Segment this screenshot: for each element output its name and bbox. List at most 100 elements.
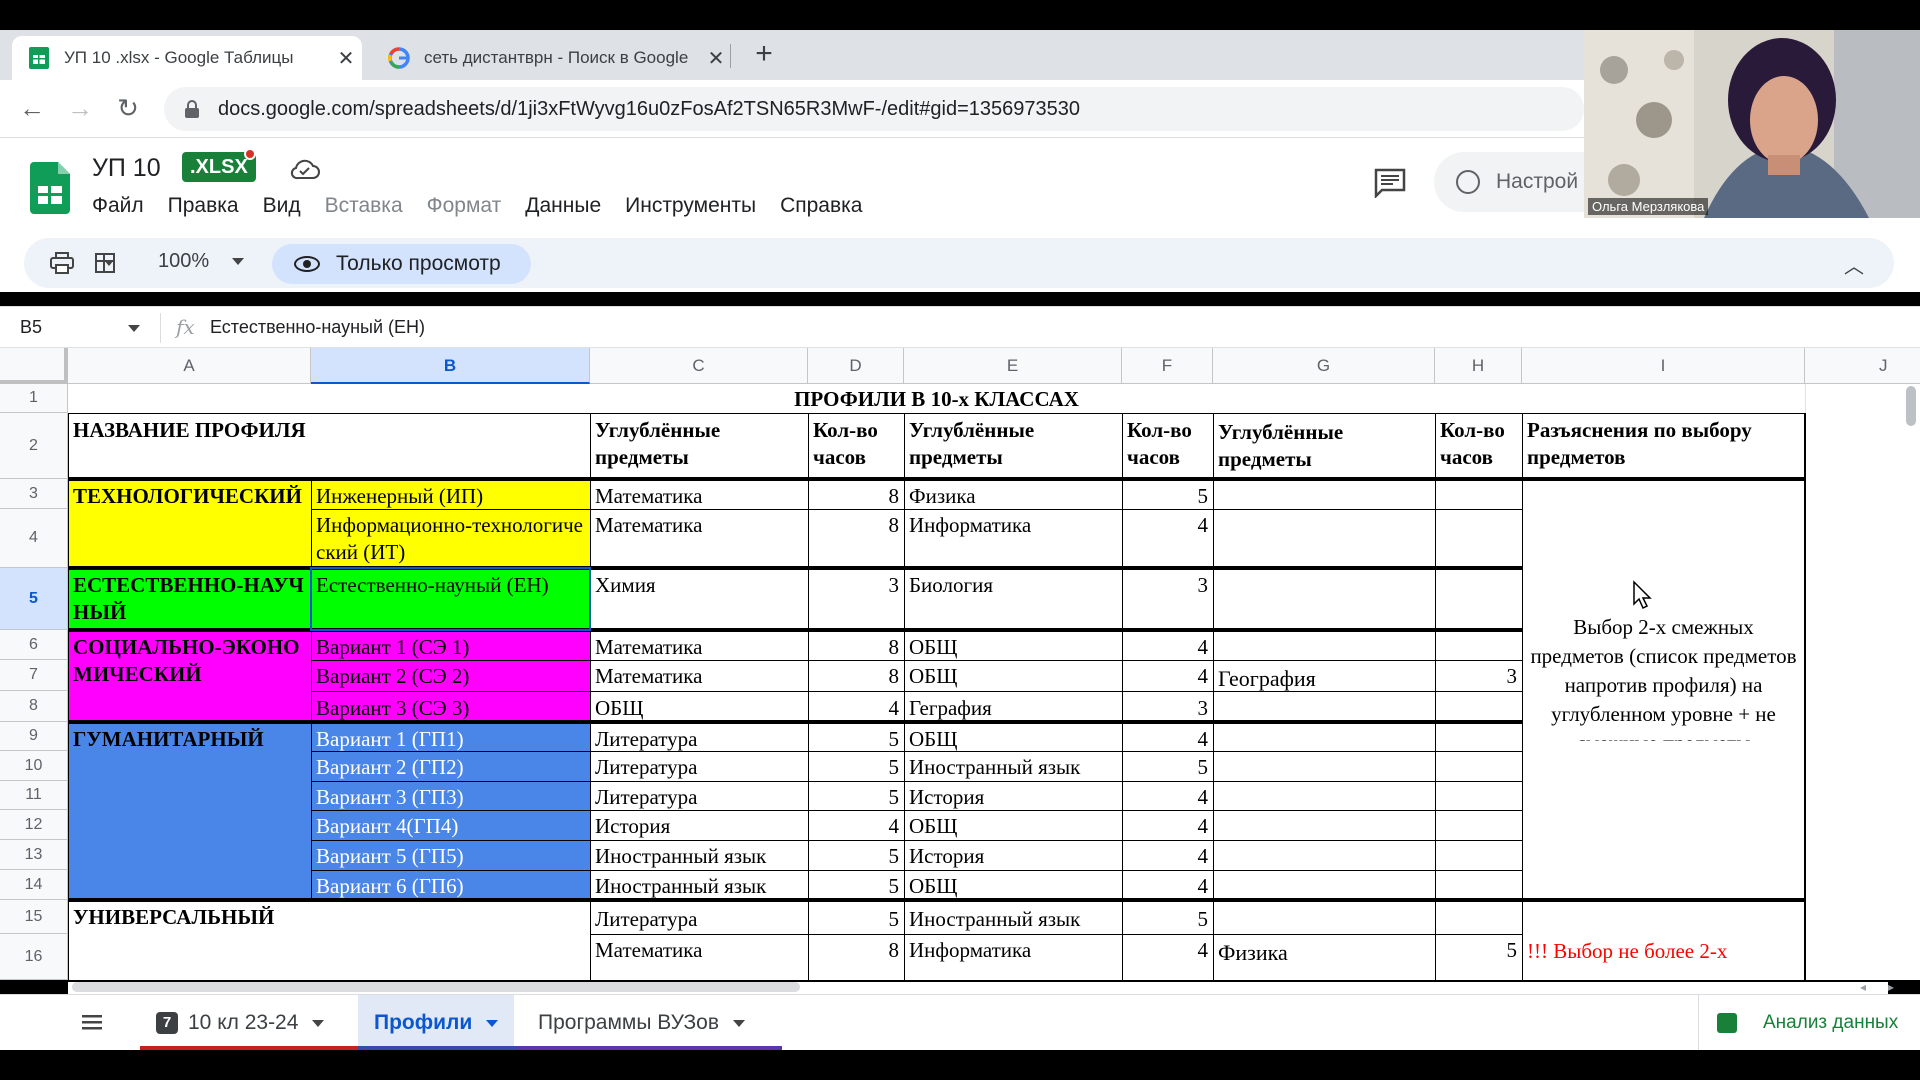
variant-cell[interactable]: Вариант 4(ГП4) <box>311 811 590 840</box>
subject-cell-c[interactable]: Литература <box>590 752 808 781</box>
menu-file[interactable]: Файл <box>92 194 144 218</box>
hours-cell-f[interactable]: 5 <box>1122 752 1213 781</box>
subject-cell-c[interactable]: Математика <box>590 661 808 691</box>
column-header-b[interactable]: B <box>311 348 590 384</box>
column-header-h[interactable]: H <box>1435 348 1522 384</box>
subject-cell-e[interactable]: Иностранный язык <box>904 904 1122 934</box>
hours-cell-f[interactable]: 5 <box>1122 481 1213 509</box>
row-header-3[interactable]: 3 <box>0 479 68 509</box>
scroll-right-icon[interactable]: ▸ <box>1888 980 1894 994</box>
subject-cell-c[interactable]: Литература <box>590 782 808 810</box>
hours-cell-d[interactable]: 5 <box>808 752 904 781</box>
header-hours-f[interactable]: Кол-во часов <box>1122 413 1213 479</box>
hours-cell-d[interactable]: 8 <box>808 632 904 660</box>
subject-cell-e[interactable]: История <box>904 841 1122 870</box>
hours-cell-f[interactable]: 4 <box>1122 661 1213 691</box>
view-only-button[interactable]: Только просмотр <box>272 244 531 284</box>
hours-cell-f[interactable]: 4 <box>1122 782 1213 810</box>
hours-cell-d[interactable]: 8 <box>808 661 904 691</box>
menu-tools[interactable]: Инструменты <box>625 194 756 218</box>
column-header-d[interactable]: D <box>808 348 904 384</box>
hours-cell-f[interactable]: 3 <box>1122 570 1213 628</box>
variant-cell[interactable]: Вариант 5 (ГП5) <box>311 841 590 870</box>
hours-cell-d[interactable]: 8 <box>808 935 904 965</box>
subject-cell-c[interactable]: Иностранный язык <box>590 871 808 898</box>
header-hours-d[interactable]: Кол-во часов <box>808 413 904 479</box>
menu-data[interactable]: Данные <box>525 194 601 218</box>
header-hours-h[interactable]: Кол-во часов <box>1435 413 1522 479</box>
subject-cell-e[interactable]: Геграфия <box>904 693 1122 720</box>
url-field[interactable]: docs.google.com/spreadsheets/d/1ji3xFtWy… <box>164 87 1584 131</box>
hours-cell-d[interactable]: 8 <box>808 510 904 566</box>
hours-cell-f[interactable]: 5 <box>1122 904 1213 934</box>
subject-cell-c[interactable]: Математика <box>590 632 808 660</box>
header-subjects-g[interactable]: Углублённые предметы <box>1213 413 1435 479</box>
hours-cell-h[interactable]: 3 <box>1435 661 1522 691</box>
subject-cell-e[interactable]: ОБЩ <box>904 661 1122 691</box>
hours-cell-d[interactable]: 5 <box>808 904 904 934</box>
variant-cell[interactable]: Вариант 3 (ГП3) <box>311 782 590 810</box>
hours-cell-d[interactable]: 5 <box>808 871 904 898</box>
header-subjects-e[interactable]: Углублённые предметы <box>904 413 1122 479</box>
subject-cell-c[interactable]: Математика <box>590 935 808 965</box>
chevron-up-icon[interactable]: ︿ <box>1844 250 1864 279</box>
row-header-9[interactable]: 9 <box>0 722 68 751</box>
menu-edit[interactable]: Правка <box>168 194 239 218</box>
subject-cell-c[interactable]: Иностранный язык <box>590 841 808 870</box>
sheets-logo-icon[interactable] <box>30 162 70 214</box>
all-sheets-menu-icon[interactable] <box>80 1011 104 1033</box>
hours-cell-f[interactable]: 4 <box>1122 841 1213 870</box>
chevron-down-icon[interactable] <box>312 1019 325 1027</box>
select-all-corner[interactable] <box>0 348 68 384</box>
column-header-j[interactable]: J <box>1805 348 1920 384</box>
subject-cell-e[interactable]: ОБЩ <box>904 724 1122 751</box>
sheet-tab-profiles[interactable]: Профили <box>358 995 514 1051</box>
hours-cell-f[interactable]: 4 <box>1122 510 1213 566</box>
group-technological[interactable]: ТЕХНОЛОГИЧЕСКИЙ <box>68 481 311 568</box>
hours-cell-d[interactable]: 5 <box>808 782 904 810</box>
subject-cell-e[interactable]: Физика <box>904 481 1122 509</box>
subject-cell-c[interactable]: Математика <box>590 510 808 566</box>
menu-view[interactable]: Вид <box>263 194 301 218</box>
formula-input[interactable]: Естественно-науный (ЕН) <box>210 317 425 338</box>
row-header-6[interactable]: 6 <box>0 630 68 660</box>
browser-tab-search[interactable]: сеть дистантврн - Поиск в Google ✕ <box>372 36 732 80</box>
variant-cell[interactable]: Вариант 6 (ГП6) <box>311 871 590 898</box>
row-header-15[interactable]: 15 <box>0 900 68 934</box>
column-header-c[interactable]: C <box>590 348 808 384</box>
column-header-a[interactable]: A <box>68 348 311 384</box>
menu-insert[interactable]: Вставка <box>325 194 403 218</box>
menu-format[interactable]: Формат <box>427 194 502 218</box>
close-tab-icon[interactable]: ✕ <box>700 46 732 71</box>
close-tab-icon[interactable]: ✕ <box>330 46 362 71</box>
menu-help[interactable]: Справка <box>780 194 862 218</box>
horizontal-scroll-thumb[interactable] <box>72 982 800 992</box>
sheet-tab-universities[interactable]: Программы ВУЗов <box>522 995 782 1051</box>
scroll-left-icon[interactable]: ◂ <box>1860 980 1866 994</box>
column-header-g[interactable]: G <box>1213 348 1435 384</box>
row-header-11[interactable]: 11 <box>0 781 68 810</box>
subject-cell-e[interactable]: Иностранный язык <box>904 752 1122 781</box>
reload-icon[interactable]: ↻ <box>110 90 146 126</box>
column-header-e[interactable]: E <box>904 348 1122 384</box>
row-header-7[interactable]: 7 <box>0 660 68 691</box>
hours-cell-f[interactable]: 4 <box>1122 632 1213 660</box>
subject-cell-e[interactable]: Информатика <box>904 510 1122 566</box>
row-header-4[interactable]: 4 <box>0 509 68 568</box>
subject-cell-c[interactable]: Литература <box>590 904 808 934</box>
group-universal[interactable]: УНИВЕРСАЛЬНЫЙ <box>68 902 590 934</box>
row-header-13[interactable]: 13 <box>0 840 68 870</box>
browser-tab-sheets[interactable]: УП 10 .xlsx - Google Таблицы ✕ <box>12 36 362 80</box>
subject-cell-e[interactable]: История <box>904 782 1122 810</box>
row-header-12[interactable]: 12 <box>0 810 68 840</box>
document-title[interactable]: УП 10 <box>92 154 161 183</box>
subject-cell-c[interactable]: История <box>590 811 808 840</box>
sheet-tab-10kl[interactable]: 7 10 кл 23-24 <box>140 995 358 1051</box>
comment-history-icon[interactable] <box>1374 168 1406 198</box>
cloud-status-icon[interactable] <box>290 158 320 182</box>
variant-cell[interactable]: Естественно-науный (ЕН) <box>311 570 590 628</box>
header-subjects-c[interactable]: Углублённые предметы <box>590 413 808 479</box>
hours-cell-d[interactable]: 4 <box>808 693 904 720</box>
subject-cell-e[interactable]: ОБЩ <box>904 871 1122 898</box>
explanation-note[interactable]: Выбор 2-х смежных предметов (список пред… <box>1524 611 1803 741</box>
